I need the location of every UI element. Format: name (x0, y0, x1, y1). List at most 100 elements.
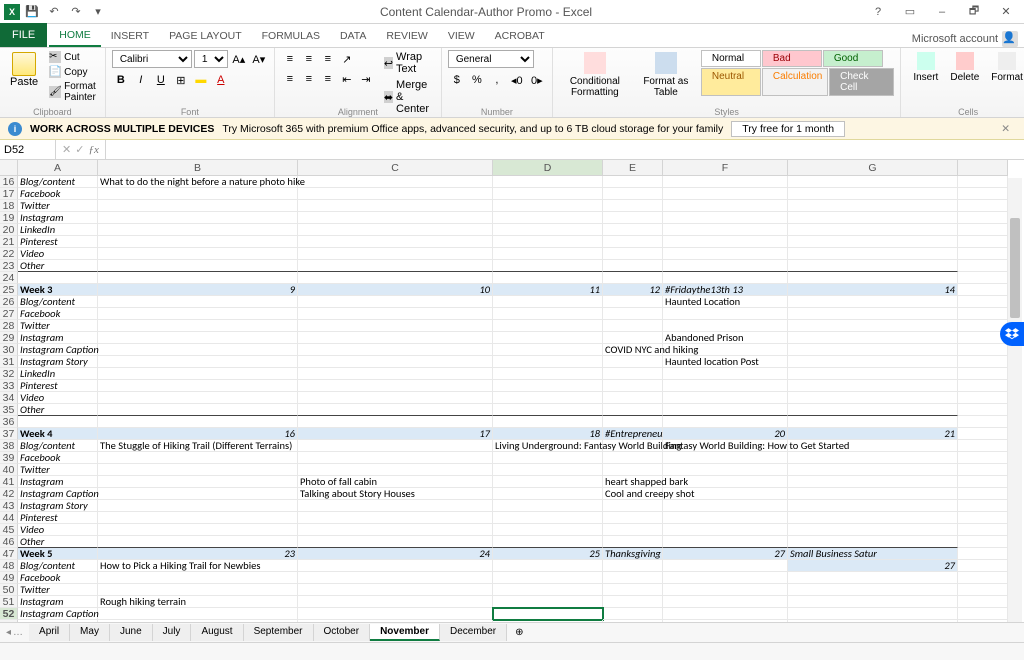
cell-F17[interactable] (663, 188, 788, 200)
row-header-27[interactable]: 27 (0, 308, 18, 320)
cell-C16[interactable] (298, 176, 493, 188)
cell-G43[interactable] (788, 500, 958, 512)
name-box-input[interactable] (4, 144, 51, 156)
conditional-formatting[interactable]: Conditional Formatting (559, 50, 631, 100)
cell-G38[interactable] (788, 440, 958, 452)
cell-D32[interactable] (493, 368, 603, 380)
align-bottom[interactable]: ≡ (319, 50, 337, 68)
cell-G34[interactable] (788, 392, 958, 404)
row-header-18[interactable]: 18 (0, 200, 18, 212)
sheet-tab-november[interactable]: November (370, 624, 440, 641)
cell-B29[interactable] (98, 332, 298, 344)
row-header-36[interactable]: 36 (0, 416, 18, 428)
cell-C24[interactable] (298, 272, 493, 284)
cell-G45[interactable] (788, 524, 958, 536)
tab-review[interactable]: REVIEW (376, 25, 437, 47)
decrease-decimal[interactable]: 0▸ (528, 71, 546, 89)
cell-F34[interactable] (663, 392, 788, 404)
cell-A53[interactable]: Instagram Story (18, 620, 98, 622)
cell-C30[interactable] (298, 344, 493, 356)
sheet-nav-prev[interactable]: ◂ (6, 627, 11, 638)
row-header-16[interactable]: 16 (0, 176, 18, 188)
cell-C51[interactable] (298, 596, 493, 608)
cell-C38[interactable] (298, 440, 493, 452)
formula-input[interactable] (106, 140, 1024, 159)
cell-D42[interactable] (493, 488, 603, 500)
cell-E26[interactable] (603, 296, 663, 308)
cell-A23[interactable]: Other (18, 260, 98, 272)
minimize-button[interactable]: – (928, 2, 956, 22)
cell-C42[interactable]: Talking about Story Houses (298, 488, 493, 500)
cell-E25[interactable]: 12 (603, 284, 663, 296)
cell-D26[interactable] (493, 296, 603, 308)
cell-F16[interactable] (663, 176, 788, 188)
cell-F23[interactable] (663, 260, 788, 272)
cell-D29[interactable] (493, 332, 603, 344)
cell-E32[interactable] (603, 368, 663, 380)
cell-B35[interactable] (98, 404, 298, 416)
col-header-B[interactable]: B (98, 160, 298, 176)
border-button[interactable]: ⊞ (172, 71, 190, 89)
tab-page-layout[interactable]: PAGE LAYOUT (159, 25, 252, 47)
cell-C22[interactable] (298, 248, 493, 260)
dropbox-badge[interactable] (1000, 322, 1024, 346)
currency-button[interactable]: $ (448, 71, 466, 89)
row-header-23[interactable]: 23 (0, 260, 18, 272)
cell-D35[interactable] (493, 404, 603, 416)
cell-F45[interactable] (663, 524, 788, 536)
row-header-50[interactable]: 50 (0, 584, 18, 596)
cell-G50[interactable] (788, 584, 958, 596)
cell-C45[interactable] (298, 524, 493, 536)
cell-F20[interactable] (663, 224, 788, 236)
bold-button[interactable]: B (112, 71, 130, 89)
row-header-34[interactable]: 34 (0, 392, 18, 404)
col-header-G[interactable]: G (788, 160, 958, 176)
row-header-52[interactable]: 52 (0, 608, 18, 620)
cell-G29[interactable] (788, 332, 958, 344)
cell-B38[interactable]: The Stuggle of Hiking Trail (Different T… (98, 440, 298, 452)
number-format-select[interactable]: General (448, 50, 534, 68)
cell-B21[interactable] (98, 236, 298, 248)
cell-E43[interactable] (603, 500, 663, 512)
qat-save[interactable]: 💾 (22, 2, 42, 22)
scroll-thumb[interactable] (1010, 218, 1020, 318)
row-header-33[interactable]: 33 (0, 380, 18, 392)
infobar-close[interactable]: ✕ (995, 123, 1016, 135)
cell-C47[interactable]: 24 (298, 548, 493, 560)
row-header-38[interactable]: 38 (0, 440, 18, 452)
account-label[interactable]: Microsoft account (912, 33, 998, 45)
cell-E38[interactable] (603, 440, 663, 452)
align-middle[interactable]: ≡ (300, 50, 318, 68)
tab-acrobat[interactable]: ACROBAT (485, 25, 555, 47)
tab-formulas[interactable]: FORMULAS (252, 25, 330, 47)
cell-G27[interactable] (788, 308, 958, 320)
cell-D31[interactable] (493, 356, 603, 368)
cell-B31[interactable] (98, 356, 298, 368)
cell-E50[interactable] (603, 584, 663, 596)
col-header-F[interactable]: F (663, 160, 788, 176)
cell-G49[interactable] (788, 572, 958, 584)
cell-B18[interactable] (98, 200, 298, 212)
cell-E17[interactable] (603, 188, 663, 200)
cell-E28[interactable] (603, 320, 663, 332)
cell-D22[interactable] (493, 248, 603, 260)
row-header-37[interactable]: 37 (0, 428, 18, 440)
cell-D34[interactable] (493, 392, 603, 404)
cell-E35[interactable] (603, 404, 663, 416)
cell-B25[interactable]: 9 (98, 284, 298, 296)
cell-F21[interactable] (663, 236, 788, 248)
font-size-select[interactable]: 12 (194, 50, 228, 68)
row-header-48[interactable]: 48 (0, 560, 18, 572)
cell-D23[interactable] (493, 260, 603, 272)
cell-D16[interactable] (493, 176, 603, 188)
align-left[interactable]: ≡ (281, 70, 299, 88)
worksheet-grid[interactable]: ABCDEFG16Blog/contentWhat to do the nigh… (0, 160, 1024, 622)
style-good[interactable]: Good (823, 50, 883, 67)
cell-D44[interactable] (493, 512, 603, 524)
cell-D20[interactable] (493, 224, 603, 236)
sheet-nav-more[interactable]: … (13, 627, 23, 638)
row-header-30[interactable]: 30 (0, 344, 18, 356)
cell-F39[interactable] (663, 452, 788, 464)
cell-B32[interactable] (98, 368, 298, 380)
cell-E20[interactable] (603, 224, 663, 236)
